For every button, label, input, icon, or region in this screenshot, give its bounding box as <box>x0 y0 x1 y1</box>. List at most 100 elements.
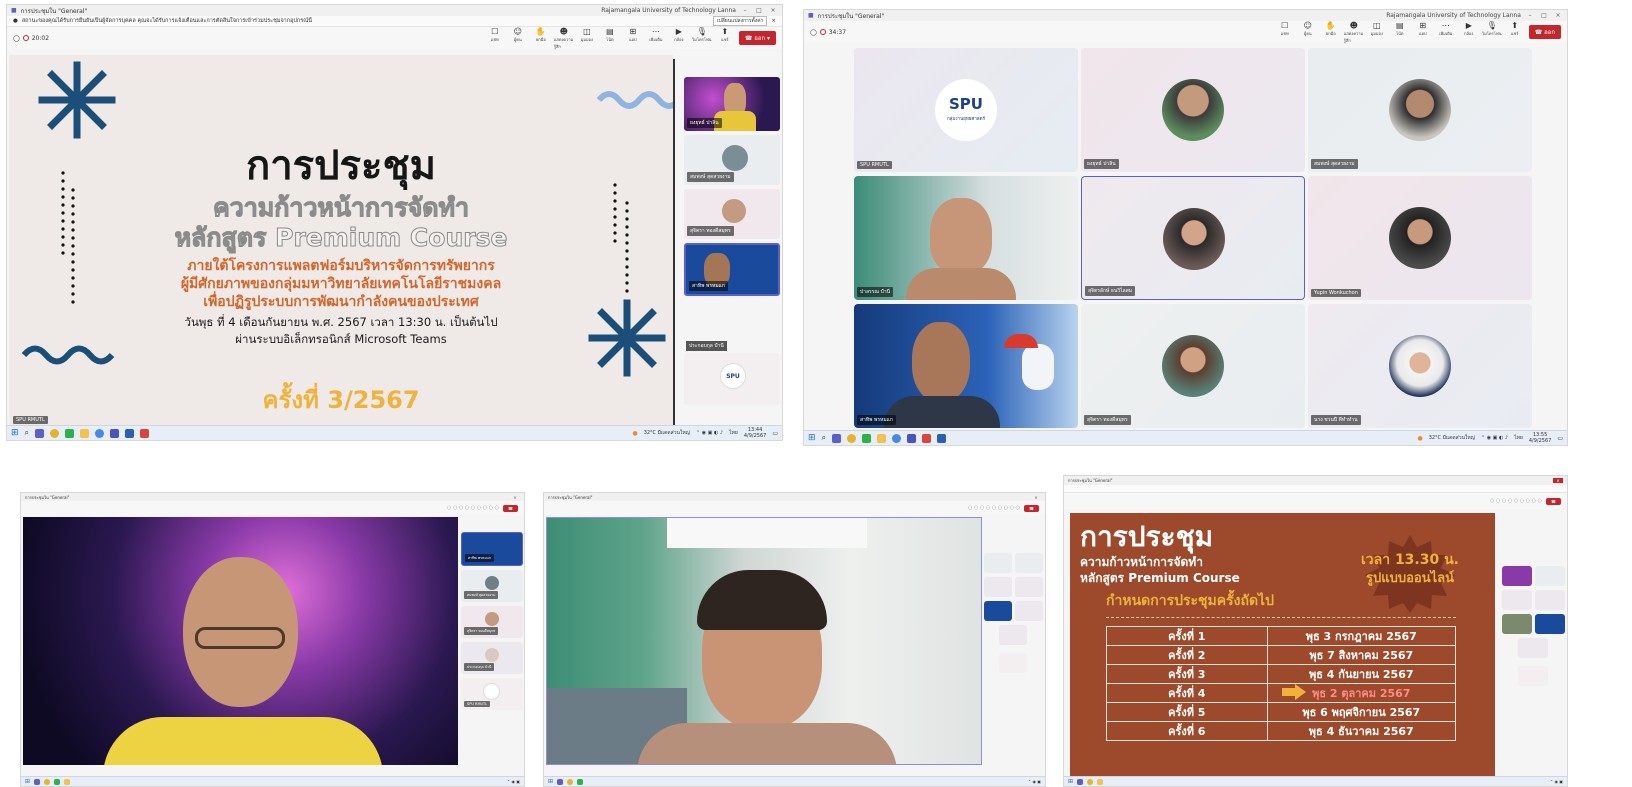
toolbar-icons[interactable]: ◌ ◌ ◌ ◌ ◌ ◌ ◌ ◌ ◌ <box>447 505 499 511</box>
leave-button[interactable]: ☎ ออก ▾ <box>738 31 776 45</box>
leave-button[interactable]: ☎ <box>503 504 518 512</box>
participant-tile[interactable]: ประกอบกุล ปำนี <box>461 642 523 674</box>
input-language[interactable]: ไทย <box>1514 434 1523 442</box>
leave-button[interactable]: ☎ ออก <box>1528 25 1561 39</box>
windows-start-icon[interactable]: ⊞ <box>11 428 19 438</box>
windows-start-icon[interactable]: ⊞ <box>1068 778 1073 785</box>
toolbar-button-mic[interactable]: 🎙 ไมโครโฟน <box>692 27 712 50</box>
chrome-icon[interactable] <box>847 433 857 443</box>
participant-tile[interactable]: SPU กลุ่มงานยุทธศาสตร์ SPU RMUTL <box>854 48 1078 172</box>
participant-tile-active[interactable]: สาทิพ พรหมแก <box>684 243 780 296</box>
participant-tile[interactable]: สมพงษ์ สุดสวยงาม <box>461 570 523 602</box>
toolbar-button-react[interactable]: ☻ แสดงความรู้สึก <box>554 27 574 50</box>
folder-icon[interactable] <box>80 428 90 438</box>
toolbar-button-notes[interactable]: ▤ โน้ต <box>600 27 620 50</box>
participant-tile[interactable]: สมพงษ์ สุดสวยงาม <box>684 135 780 185</box>
participant-tile[interactable] <box>1502 566 1532 586</box>
maximize-icon[interactable]: □ <box>1539 12 1549 19</box>
search-icon[interactable]: ⌕ <box>25 428 29 438</box>
participant-tile[interactable] <box>1502 590 1532 610</box>
toolbar-button-share[interactable]: ⬆ แชร์ <box>715 27 735 50</box>
participant-tile[interactable] <box>1535 614 1565 634</box>
teams-app-icon[interactable] <box>110 428 120 438</box>
close-icon[interactable]: × <box>1553 12 1563 19</box>
participant-tile[interactable] <box>1015 553 1043 573</box>
participant-tile[interactable]: สาทิพ พรหมแก <box>854 304 1078 428</box>
word-icon[interactable] <box>125 428 135 438</box>
toolbar-button-apps[interactable]: ⊞ แอป <box>623 27 643 50</box>
tray-icons[interactable]: ⌃ ◉ ▣ ◐ ♪ <box>1481 435 1508 441</box>
participant-tile[interactable] <box>999 625 1027 645</box>
folder-icon[interactable] <box>64 778 71 785</box>
participant-tile[interactable] <box>1015 601 1043 621</box>
participant-tile[interactable] <box>984 601 1012 621</box>
teams-app-icon[interactable] <box>34 778 41 785</box>
close-icon[interactable]: × <box>1553 478 1563 483</box>
windows-start-icon[interactable]: ⊞ <box>25 778 30 785</box>
clock[interactable]: 13:55 4/9/2567 <box>1529 432 1551 444</box>
toolbar-button-hand[interactable]: ✋ ยกมือ <box>531 27 551 50</box>
toolbar-icons[interactable]: ◌ ◌ ◌ ◌ ◌ ◌ ◌ ◌ ◌ <box>968 505 1020 511</box>
participant-tile[interactable]: SPU RMUTL <box>461 678 523 710</box>
participant-tile[interactable] <box>984 577 1012 597</box>
close-icon[interactable]: × <box>1031 495 1041 500</box>
participant-tile[interactable] <box>999 653 1027 673</box>
toolbar-button-chat[interactable]: ☐ แชท <box>485 27 505 50</box>
toolbar-button-chat[interactable]: ☐ แชท <box>1275 21 1295 44</box>
line-app-icon[interactable] <box>65 428 75 438</box>
toolbar-button-people[interactable]: ☺ ผู้คน <box>508 27 528 50</box>
folder-icon[interactable] <box>1097 778 1104 785</box>
participant-tile[interactable] <box>1535 566 1565 586</box>
participant-tile[interactable]: สุจิตรา ทองดีสมุทร <box>684 189 780 239</box>
toolbar-button-react[interactable]: ☻ แสดงความรู้สึก <box>1344 21 1364 44</box>
teams-app-icon[interactable] <box>1077 778 1084 785</box>
participant-tile[interactable] <box>1015 577 1043 597</box>
toolbar-button-view[interactable]: ◫ มุมมอง <box>1367 21 1387 44</box>
close-icon[interactable]: × <box>771 18 776 24</box>
participant-tile[interactable]: Yupin Wonkuchon <box>1308 176 1532 300</box>
participant-tile[interactable] <box>1535 590 1565 610</box>
word-icon[interactable] <box>937 433 947 443</box>
participant-tile[interactable] <box>1518 666 1548 686</box>
toolbar-button-notes[interactable]: ▤ โน้ต <box>1390 21 1410 44</box>
toolbar-button-people[interactable]: ☺ ผู้คน <box>1298 21 1318 44</box>
teams-app-icon[interactable] <box>557 778 564 785</box>
toolbar-button-view[interactable]: ◫ มุมมอง <box>577 27 597 50</box>
chrome-icon[interactable] <box>892 433 902 443</box>
toolbar-button-hand[interactable]: ✋ ยกมือ <box>1321 21 1341 44</box>
participant-tile[interactable] <box>1502 614 1532 634</box>
participant-tile[interactable]: นาง ชวนปี ทีทำทำน <box>1308 304 1532 428</box>
tray-icons[interactable]: ⌃ ◉ ▣ <box>1550 779 1563 784</box>
chrome-icon[interactable] <box>567 778 574 785</box>
leave-button[interactable]: ☎ <box>1024 504 1039 512</box>
close-icon[interactable]: × <box>768 7 778 14</box>
pdf-icon[interactable] <box>922 433 932 443</box>
line-app-icon[interactable] <box>54 778 61 785</box>
notification-icon[interactable]: ▭ <box>1557 435 1563 442</box>
teams-app-icon[interactable] <box>832 433 842 443</box>
toolbar-button-camera[interactable]: ▶ กล้อง <box>669 27 689 50</box>
participant-tile[interactable]: SPU <box>684 353 780 405</box>
participant-tile-active[interactable]: สุจิตรลักษ์ ธนวิไลสม <box>1081 176 1305 300</box>
maximize-icon[interactable]: □ <box>754 7 764 14</box>
chrome-icon[interactable] <box>44 778 51 785</box>
tray-icons[interactable]: ⌃ ◉ ▣ <box>1028 779 1041 784</box>
participant-tile[interactable] <box>984 553 1012 573</box>
toolbar-button-camera[interactable]: ▶ กล้อง <box>1459 21 1479 44</box>
participant-tile[interactable]: ยงยุทธ์ ปาลิน <box>1081 48 1305 172</box>
participant-tile[interactable]: ปาลรรณ ปำนี <box>854 176 1078 300</box>
search-icon[interactable]: ⌕ <box>822 433 826 443</box>
tray-icons[interactable]: ⌃ ◉ ▣ <box>507 779 520 784</box>
toolbar-icons[interactable]: ◌ ◌ ◌ ◌ ◌ ◌ ◌ ◌ ◌ <box>1490 498 1542 504</box>
toolbar-button-apps[interactable]: ⊞ แอป <box>1413 21 1433 44</box>
input-language[interactable]: ไทย <box>729 429 738 437</box>
minimize-icon[interactable]: – <box>740 7 750 14</box>
notification-icon[interactable]: ▭ <box>772 430 778 437</box>
folder-icon[interactable] <box>877 433 887 443</box>
tray-icons[interactable]: ⌃ ◉ ▣ ◐ ♪ <box>696 430 723 436</box>
windows-start-icon[interactable]: ⊞ <box>548 778 553 785</box>
toolbar-button-more[interactable]: ⋯ เพิ่มเติม <box>1436 21 1456 44</box>
leave-button[interactable]: ☎ <box>1546 497 1561 505</box>
chrome-icon[interactable] <box>95 428 105 438</box>
participant-tile[interactable] <box>1518 638 1548 658</box>
